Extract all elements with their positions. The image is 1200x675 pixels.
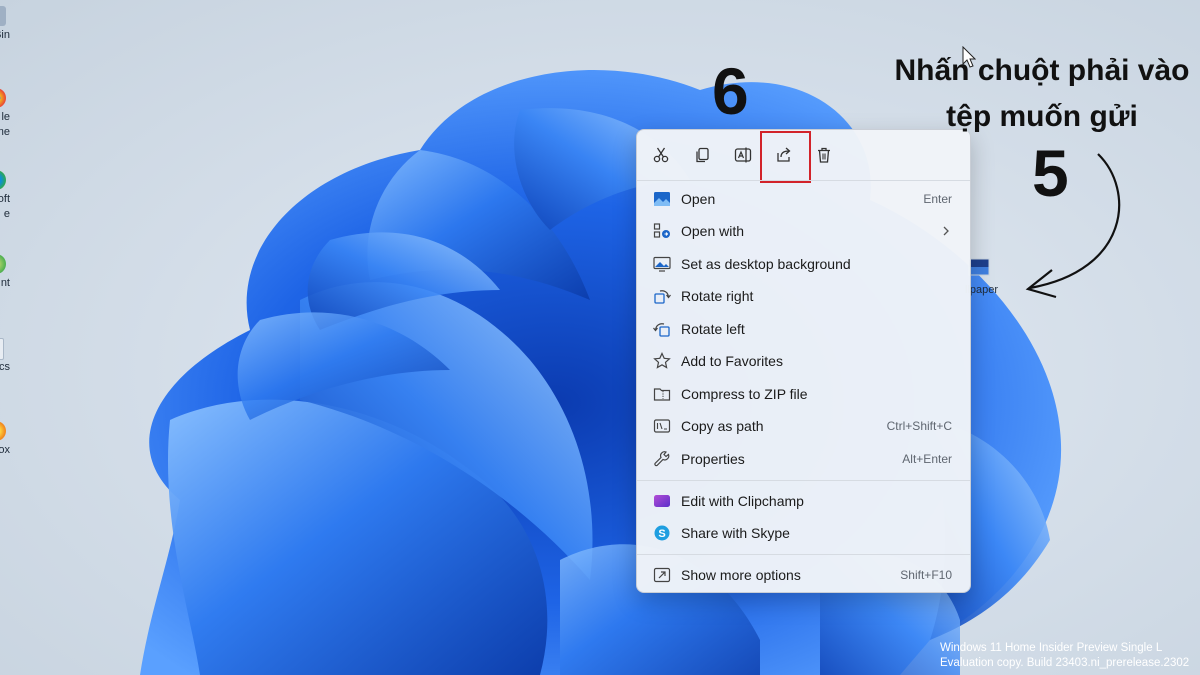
app-icon — [0, 254, 6, 274]
copy-path-icon — [653, 419, 671, 433]
desktop-icon-label: oft e — [0, 193, 10, 220]
rotate-right-icon — [654, 290, 671, 304]
menu-item-open[interactable]: Open Enter — [641, 183, 966, 215]
menu-divider — [637, 180, 970, 181]
share-highlight-box — [760, 131, 811, 183]
doc-icon — [0, 338, 4, 360]
menu-item-label: Rotate right — [681, 288, 754, 304]
menu-divider — [637, 554, 970, 555]
delete-icon — [818, 147, 830, 163]
firefox-icon — [0, 421, 6, 441]
menu-item-show-more-options[interactable]: Show more options Shift+F10 — [641, 559, 966, 591]
zip-icon — [653, 388, 671, 401]
desktop-icon-label: ox — [0, 444, 10, 456]
rename-icon — [734, 147, 752, 163]
desktop-icon-docs[interactable]: cs — [0, 338, 34, 408]
rename-button[interactable] — [730, 142, 756, 168]
menu-item-copy-as-path[interactable]: Copy as path Ctrl+Shift+C — [641, 410, 966, 442]
menu-divider — [637, 480, 970, 481]
clipchamp-icon — [654, 495, 670, 507]
watermark-line-2: Evaluation copy. Build 23403.ni_prerelea… — [940, 657, 1190, 669]
menu-item-shortcut: Alt+Enter — [902, 452, 952, 466]
open-with-icon — [653, 223, 670, 238]
svg-text:S: S — [658, 528, 665, 540]
menu-item-label: Open with — [681, 223, 745, 239]
instruction-line-2: tệp muốn gửi — [946, 100, 1138, 133]
menu-item-edit-with-clipchamp[interactable]: Edit with Clipchamp — [641, 485, 966, 517]
menu-item-label: Set as desktop background — [681, 256, 851, 272]
copy-icon — [696, 147, 709, 163]
cut-icon — [653, 147, 669, 163]
instruction-line-1: Nhấn chuột phải vào — [894, 54, 1190, 87]
windows-watermark: Windows 11 Home Insider Preview Single L… — [940, 641, 1200, 671]
desktop-background-icon — [653, 256, 671, 272]
copy-button[interactable] — [689, 142, 715, 168]
menu-item-shortcut: Ctrl+Shift+C — [886, 419, 952, 433]
menu-item-rotate-right[interactable]: Rotate right — [641, 280, 966, 312]
wallpaper-file-icon[interactable] — [968, 256, 990, 278]
desktop-icon-app[interactable]: nt — [0, 254, 34, 324]
desktop-icon-label: cs — [0, 361, 10, 373]
menu-item-share-with-skype[interactable]: S Share with Skype — [641, 517, 966, 549]
menu-item-label: Share with Skype — [681, 525, 790, 541]
cut-button[interactable] — [648, 142, 674, 168]
chevron-right-icon — [943, 226, 949, 236]
mouse-cursor-icon — [962, 46, 976, 68]
watermark-line-1: Windows 11 Home Insider Preview Single L — [940, 642, 1163, 654]
menu-item-shortcut: Shift+F10 — [900, 568, 952, 582]
edge-icon — [0, 170, 6, 190]
menu-item-open-with[interactable]: Open with — [641, 215, 966, 247]
more-options-icon — [653, 567, 671, 583]
chrome-icon — [0, 88, 6, 108]
menu-item-label: Rotate left — [681, 321, 745, 337]
image-open-icon — [654, 192, 670, 206]
annotation-arrow-icon — [1025, 153, 1121, 299]
menu-item-add-to-favorites[interactable]: Add to Favorites — [641, 345, 966, 377]
desktop-icon-label: nt — [0, 277, 10, 289]
context-menu: Open Enter Open with Set as desktop back… — [636, 129, 971, 593]
wrench-icon — [654, 451, 670, 467]
menu-item-label: Add to Favorites — [681, 353, 783, 369]
menu-item-properties[interactable]: Properties Alt+Enter — [641, 443, 966, 475]
menu-item-set-desktop-background[interactable]: Set as desktop background — [641, 248, 966, 280]
menu-item-label: Properties — [681, 451, 745, 467]
desktop-icon-chrome[interactable]: le me — [0, 88, 34, 158]
desktop-icon-edge[interactable]: oft e — [0, 170, 34, 240]
recycle-bin-icon — [0, 6, 6, 26]
desktop-icon-recycle-bin[interactable]: Bin — [0, 6, 34, 76]
menu-item-rotate-left[interactable]: Rotate left — [641, 313, 966, 345]
instruction-text: Nhấn chuột phải vào tệp muốn gửi — [862, 48, 1200, 140]
menu-item-label: Edit with Clipchamp — [681, 493, 804, 509]
desktop-icon-firefox[interactable]: ox — [0, 421, 34, 491]
star-icon — [653, 352, 671, 369]
menu-item-label: Open — [681, 191, 716, 207]
menu-item-compress-zip[interactable]: Compress to ZIP file — [641, 378, 966, 410]
menu-item-label: Compress to ZIP file — [681, 386, 808, 402]
menu-item-label: Copy as path — [681, 418, 764, 434]
desktop-icon-label: Bin — [0, 29, 10, 41]
delete-button[interactable] — [811, 142, 837, 168]
desktop-icon-label: le me — [0, 111, 10, 138]
menu-item-label: Show more options — [681, 567, 801, 583]
step-number-6: 6 — [712, 54, 749, 128]
skype-icon: S — [654, 525, 670, 541]
menu-item-shortcut: Enter — [923, 192, 952, 206]
rotate-left-icon — [653, 323, 670, 337]
